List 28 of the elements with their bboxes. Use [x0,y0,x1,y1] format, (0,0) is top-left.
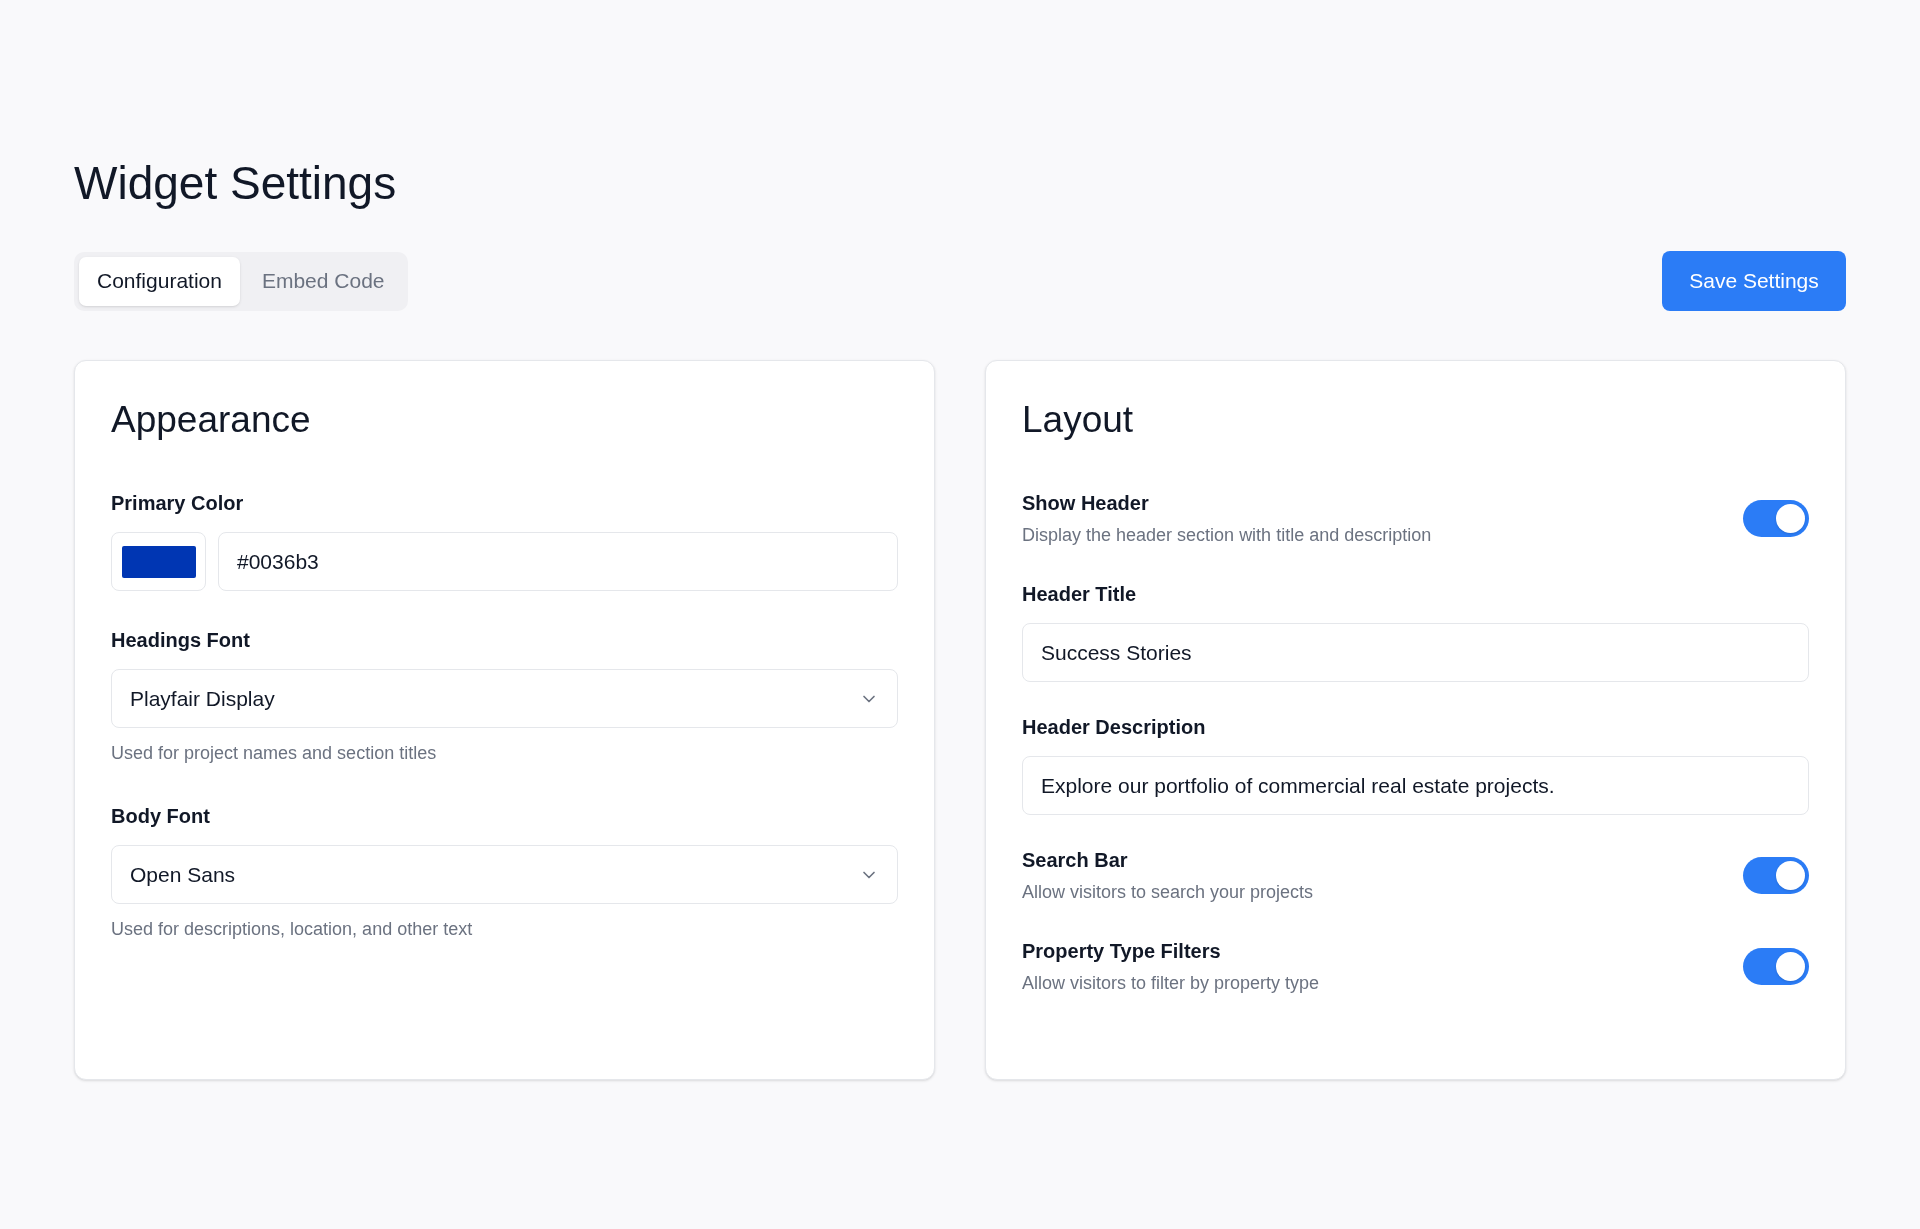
help-text: Used for descriptions, location, and other text [111,918,474,941]
field-label: Property Type Filters [1022,939,1222,964]
color-input-field[interactable]: #0036b3 [218,532,898,591]
field-label: Show Header [1022,491,1150,516]
setting-description: Display the header section with title and description [1022,524,1432,547]
font-select[interactable]: Open Sans [111,845,898,904]
tab[interactable]: Embed Code [243,256,403,306]
color-picker[interactable] [111,532,206,591]
text-input-field[interactable]: Success Stories [1022,623,1809,682]
setting-description: Allow visitors to search your projects [1022,881,1314,904]
field-label: Header Description [1022,715,1207,740]
tab[interactable]: Configuration [79,256,240,306]
setting-description: Allow visitors to filter by property type [1022,972,1320,995]
toggle-switch[interactable] [1743,500,1809,537]
field-label: Primary Color [111,491,245,516]
help-text: Used for project names and section titles [111,742,438,765]
save-button[interactable]: Save Settings [1662,251,1846,311]
toggle-switch[interactable] [1743,948,1809,985]
card-title: Appearance [111,401,312,438]
toggle-switch[interactable] [1743,857,1809,894]
field-label: Search Bar [1022,848,1129,873]
card-title: Layout [1022,401,1135,438]
font-select[interactable]: Playfair Display [111,669,898,728]
field-label: Headings Font [111,628,251,653]
page-title: Widget Settings [74,160,398,211]
text-input-field[interactable]: Explore our portfolio of commercial real estate projects. [1022,756,1809,815]
field-label: Header Title [1022,582,1138,607]
field-label: Body Font [111,804,211,829]
